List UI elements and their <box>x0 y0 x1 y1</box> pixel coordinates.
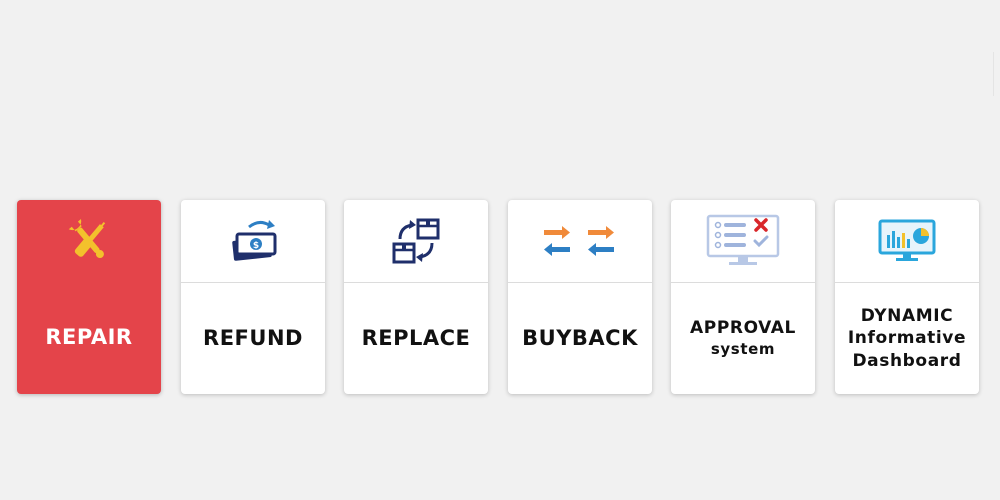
repair-card[interactable]: REPAIR <box>17 200 161 394</box>
money-refund-icon: $ <box>232 220 277 261</box>
replace-label: REPLACE <box>361 326 471 351</box>
box-exchange-icon <box>392 218 440 264</box>
dashboard-card[interactable]: DYNAMIC Informative Dashboard <box>835 200 979 394</box>
dashboard-label: DYNAMIC <box>860 306 954 327</box>
buyback-label: BUYBACK <box>522 326 638 351</box>
refund-label: REFUND <box>203 326 303 351</box>
approval-checklist-icon <box>706 214 780 265</box>
repair-icon-area <box>17 200 161 282</box>
replace-icon-area <box>344 200 488 282</box>
dashboard-icon-area <box>835 200 979 282</box>
refund-label-area: REFUND <box>181 283 325 394</box>
svg-text:$: $ <box>253 241 259 251</box>
dashboard-sublabel-1: Informative <box>847 328 967 349</box>
buyback-card[interactable]: BUYBACK <box>508 200 652 394</box>
service-card-row: REPAIR $ REFUND REPLACE BUYBACK APPROVAL… <box>17 200 983 394</box>
approval-label-area: APPROVAL system <box>671 283 815 394</box>
repair-label: REPAIR <box>45 325 133 350</box>
buyback-icon-area <box>508 200 652 282</box>
refund-icon-area: $ <box>181 200 325 282</box>
approval-label: APPROVAL <box>690 317 796 338</box>
replace-card[interactable]: REPLACE <box>344 200 488 394</box>
dashboard-sublabel-2: Dashboard <box>852 350 962 371</box>
repair-label-area: REPAIR <box>17 282 161 393</box>
tools-icon <box>68 219 106 259</box>
replace-label-area: REPLACE <box>344 283 488 394</box>
approval-card[interactable]: APPROVAL system <box>671 200 815 394</box>
swap-arrows-icon <box>544 226 614 256</box>
approval-icon-area <box>671 200 815 282</box>
scrollbar-edge <box>993 52 994 96</box>
approval-sublabel: system <box>710 340 776 359</box>
refund-card[interactable]: $ REFUND <box>181 200 325 394</box>
dashboard-chart-icon <box>878 219 936 261</box>
dashboard-label-area: DYNAMIC Informative Dashboard <box>835 283 979 394</box>
buyback-label-area: BUYBACK <box>508 283 652 394</box>
service-options-page: REPAIR $ REFUND REPLACE BUYBACK APPROVAL… <box>0 0 1000 500</box>
